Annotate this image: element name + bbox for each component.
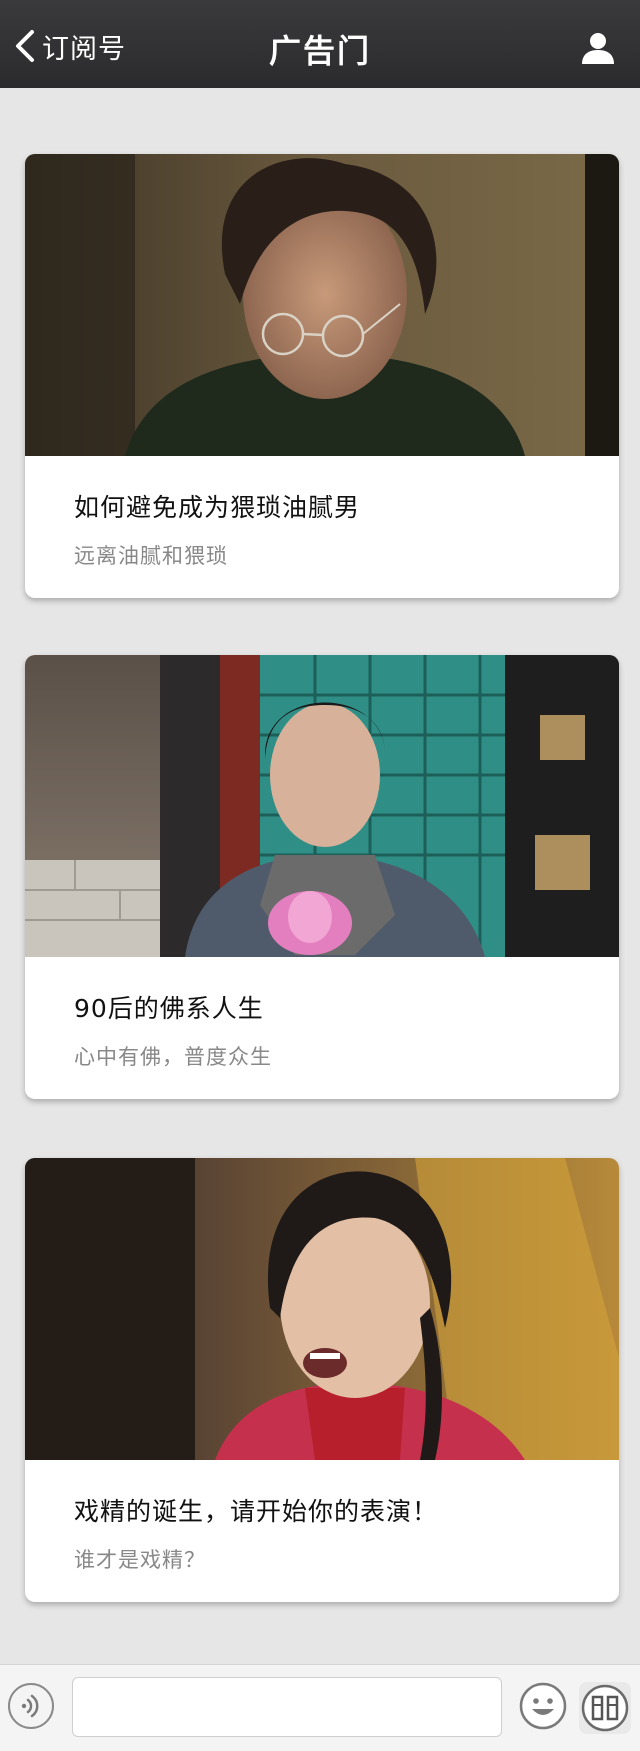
article-subtitle: 远离油腻和猥琐 xyxy=(74,544,228,568)
menu-logo-icon[interactable] xyxy=(578,1681,632,1735)
article-card[interactable]: 戏精的诞生，请开始你的表演！ 谁才是戏精？ xyxy=(25,1158,619,1602)
page-title: 广告门 xyxy=(268,32,371,70)
message-input[interactable] xyxy=(72,1677,502,1737)
article-cover-image xyxy=(25,154,619,456)
user-icon[interactable] xyxy=(580,30,616,66)
article-cover-image xyxy=(25,655,619,957)
top-nav-bar: 订阅号 广告门 xyxy=(0,0,640,88)
article-cover-image xyxy=(25,1158,619,1460)
article-title: 如何避免成为猥琐油腻男 xyxy=(74,493,361,522)
article-subtitle: 谁才是戏精？ xyxy=(74,1548,206,1572)
article-title: 戏精的诞生，请开始你的表演！ xyxy=(74,1497,439,1526)
article-card[interactable]: 如何避免成为猥琐油腻男 远离油腻和猥琐 xyxy=(25,154,619,598)
voice-button[interactable] xyxy=(8,1683,54,1729)
voice-icon xyxy=(21,1694,39,1718)
article-title: 90后的佛系人生 xyxy=(74,994,264,1023)
article-subtitle: 心中有佛，普度众生 xyxy=(74,1045,272,1069)
article-card[interactable]: 90后的佛系人生 心中有佛，普度众生 xyxy=(25,655,619,1099)
bottom-input-bar xyxy=(0,1664,640,1751)
emoji-icon[interactable] xyxy=(518,1681,568,1731)
